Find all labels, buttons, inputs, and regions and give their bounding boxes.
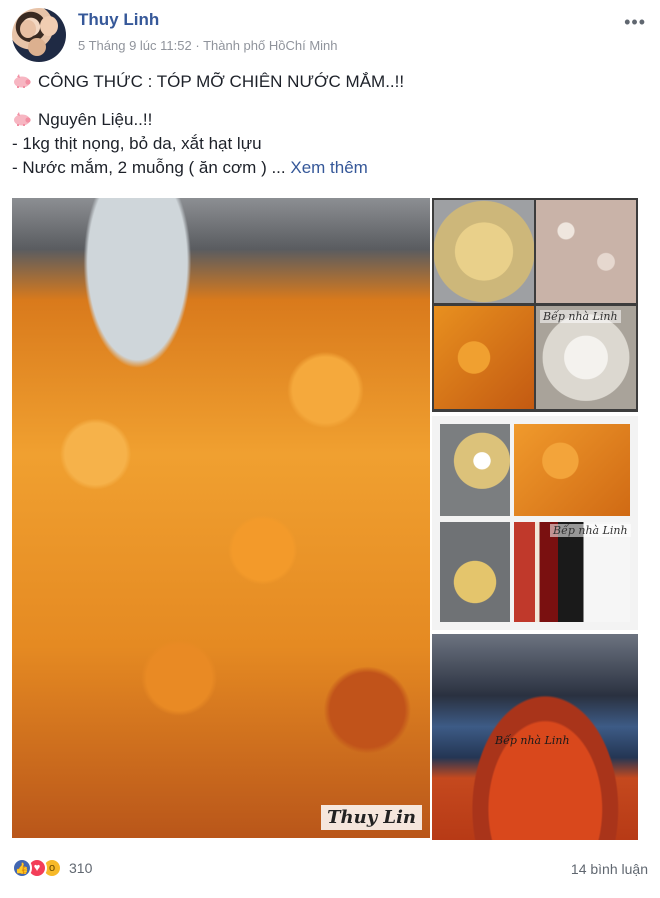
author-name[interactable]: Thuy Linh [78, 10, 159, 30]
like-icon: 👍 [12, 858, 32, 878]
comments-count-link[interactable]: 14 bình luận [571, 861, 648, 877]
more-options-icon[interactable]: ••• [624, 12, 646, 33]
post-footer: 👍 ♥ o 310 14 bình luận [12, 856, 648, 884]
post-line-title: CÔNG THỨC : TÓP MỠ CHIÊN NƯỚC MẮM..!! [12, 70, 648, 94]
post-meta: 5 Tháng 9 lúc 11:52 · Thành phố HồChí Mi… [78, 38, 338, 53]
post-line-ingredients: Nguyên Liệu..!! [12, 108, 648, 132]
collage-photo-3[interactable]: Bếp nhà Linh [432, 634, 638, 840]
pig-icon [14, 74, 31, 88]
post-line-item-2: - Nước mắm, 2 muỗng ( ăn cơm ) ... Xem t… [12, 158, 368, 177]
photo-watermark: Bếp nhà Linh [550, 524, 631, 537]
post-body: CÔNG THỨC : TÓP MỠ CHIÊN NƯỚC MẮM..!! Ng… [12, 70, 648, 180]
avatar[interactable] [12, 8, 66, 62]
photo-watermark: Bếp nhà Linh [495, 734, 570, 747]
post-header: Thuy Linh 5 Tháng 9 lúc 11:52 · Thành ph… [12, 6, 648, 62]
collage-photo-1[interactable]: Bếp nhà Linh [432, 198, 638, 412]
reaction-count: 310 [69, 860, 93, 876]
photo-watermark: Thuy Lin [321, 805, 422, 830]
collage-photo-2[interactable]: Bếp nhà Linh [432, 416, 638, 630]
pig-icon [14, 112, 31, 126]
post-location[interactable]: Thành phố HồChí Minh [203, 38, 337, 53]
meta-separator: · [195, 38, 200, 53]
photo-grid: Thuy Lin Bếp nhà Linh Bếp nhà Linh Bếp n… [12, 198, 638, 842]
reactions-summary[interactable]: 👍 ♥ o 310 [12, 858, 92, 878]
photo-watermark: Bếp nhà Linh [540, 310, 621, 323]
main-photo[interactable]: Thuy Lin [12, 198, 430, 838]
post-line-item-1: - 1kg thịt nọng, bỏ da, xắt hạt lựu [12, 134, 262, 153]
post-date[interactable]: 5 Tháng 9 lúc 11:52 [78, 38, 192, 53]
see-more-link[interactable]: Xem thêm [290, 158, 367, 177]
